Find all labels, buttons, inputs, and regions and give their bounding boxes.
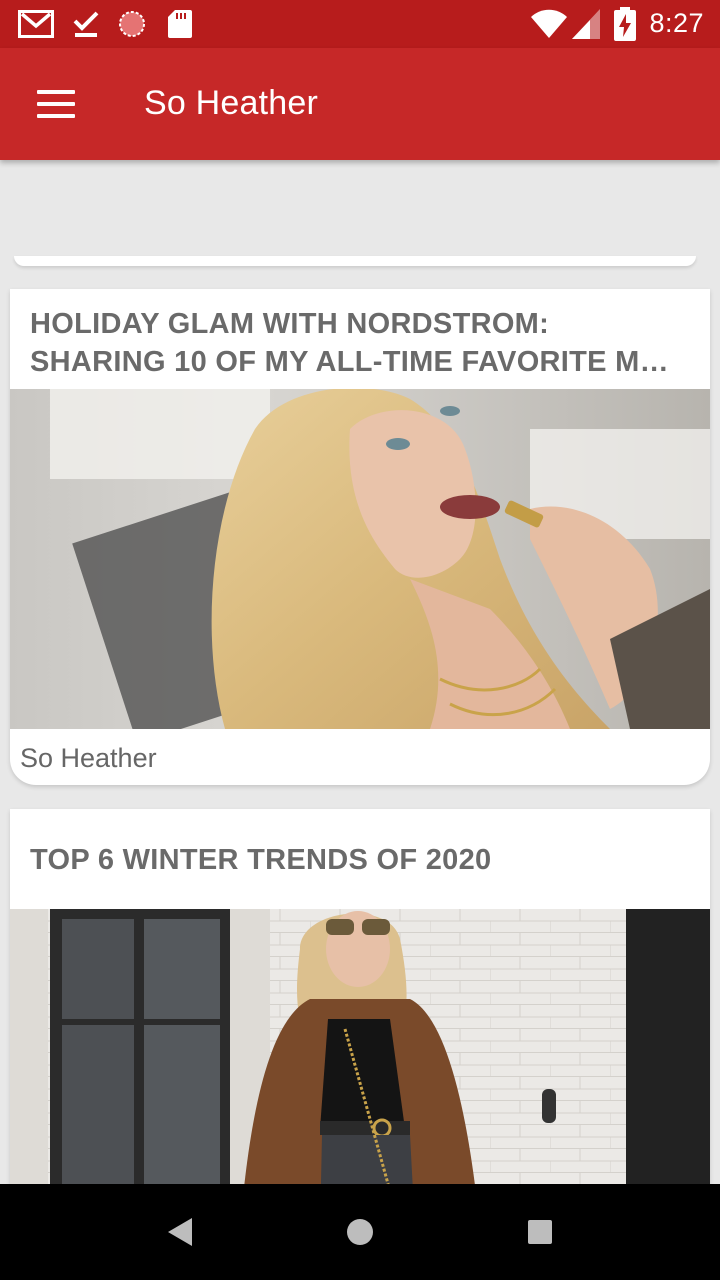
sd-card-icon: [168, 10, 192, 38]
status-time: 8:27: [649, 8, 704, 38]
post-feed[interactable]: HOLIDAY GLAM WITH NORDSTROM: SHARING 10 …: [0, 160, 720, 1184]
cell-signal-icon: [572, 9, 600, 39]
download-done-icon: [73, 11, 99, 37]
gmail-icon: [18, 10, 54, 38]
post-image[interactable]: [10, 909, 710, 1184]
status-bar: 8:27: [0, 0, 720, 48]
post-source: So Heather: [20, 743, 157, 773]
previous-card-edge: [14, 256, 696, 266]
battery-charging-icon: [614, 7, 636, 41]
back-icon[interactable]: [160, 1212, 200, 1252]
app-bar: So Heather: [0, 48, 720, 160]
post-card[interactable]: HOLIDAY GLAM WITH NORDSTROM: SHARING 10 …: [10, 289, 710, 785]
post-card[interactable]: TOP 6 WINTER TRENDS OF 2020: [10, 809, 710, 1184]
home-icon[interactable]: [340, 1212, 380, 1252]
post-title[interactable]: TOP 6 WINTER TRENDS OF 2020: [10, 809, 710, 909]
post-title[interactable]: HOLIDAY GLAM WITH NORDSTROM: SHARING 10 …: [10, 289, 710, 389]
app-title: So Heather: [144, 84, 318, 122]
wifi-icon: [531, 9, 567, 39]
sync-icon: [119, 11, 145, 37]
post-image[interactable]: [10, 389, 710, 729]
recents-icon[interactable]: [520, 1212, 560, 1252]
navigation-bar: [0, 1184, 720, 1280]
hamburger-menu-icon[interactable]: [28, 80, 84, 128]
